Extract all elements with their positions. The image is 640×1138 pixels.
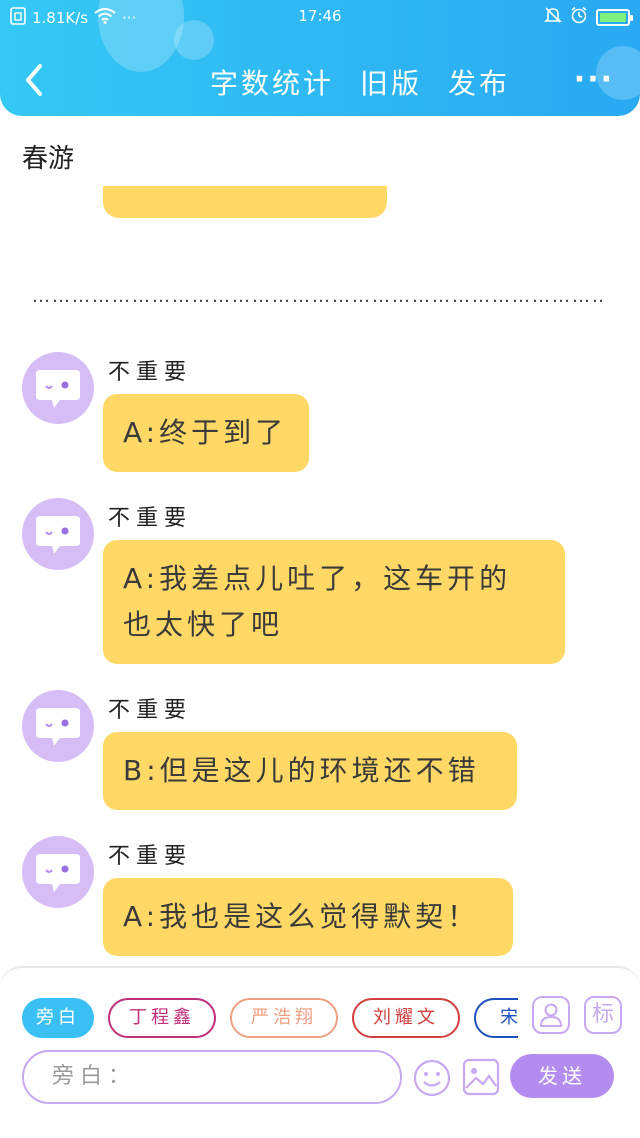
ellipsis-separator: …………………………………………………………………………………… [32,286,602,307]
speaker-name: 不重要 [108,506,193,531]
speaker-name: 不重要 [108,844,193,869]
battery-icon [596,8,633,26]
alarm-icon [570,6,588,28]
message-bubble-partial [103,186,387,218]
back-icon[interactable] [18,60,52,100]
role-chip-narrator[interactable]: 旁白 [22,998,94,1038]
message-input[interactable]: 旁白： [22,1050,402,1104]
send-button[interactable]: 发送 [510,1054,614,1098]
screen: 1.81K/s ··· 17:46 字数统计 旧版 发布 ··· 春游 …………… [0,0,640,1138]
avatar[interactable] [22,690,94,762]
avatar[interactable] [22,498,94,570]
message-line: 也太快了吧 [123,608,284,641]
role-chip[interactable]: 丁程鑫 [108,998,216,1038]
story-title[interactable]: 春游 [22,138,74,175]
image-icon[interactable] [462,1058,500,1096]
header: 1.81K/s ··· 17:46 字数统计 旧版 发布 ··· [0,0,640,116]
chat-bubble-icon [36,370,80,408]
role-chip[interactable]: 刘耀文 [352,998,460,1038]
speaker-name: 不重要 [108,698,193,723]
character-icon[interactable] [532,996,570,1034]
message-bubble[interactable]: A:我差点儿吐了，这车开的 也太快了吧 [103,540,565,664]
more-icon[interactable]: ··· [574,62,614,97]
chat-bubble-icon [36,854,80,892]
label-icon[interactable]: 标 [584,996,622,1034]
role-chip[interactable]: 宋 [474,998,518,1038]
role-chip[interactable]: 严浩翔 [230,998,338,1038]
chat-bubble-icon [36,516,80,554]
status-bar: 1.81K/s ··· 17:46 [0,0,640,34]
message-bubble[interactable]: A:终于到了 [103,394,309,472]
message-bubble[interactable]: A:我也是这么觉得默契！ [103,878,513,956]
chat-bubble-icon [36,708,80,746]
message-line: A:我差点儿吐了，这车开的 [123,562,512,595]
publish-button[interactable]: 发布 [448,62,510,102]
battery-level [600,12,626,22]
message-line: B:但是这儿的环境还不错 [123,754,480,787]
avatar[interactable] [22,352,94,424]
emoji-icon[interactable] [412,1058,452,1098]
speaker-name: 不重要 [108,360,193,385]
word-count-button[interactable]: 字数统计 [210,62,334,102]
message-line: A:终于到了 [123,416,288,449]
role-selector[interactable]: 旁白 丁程鑫 严浩翔 刘耀文 宋 [22,998,518,1042]
message-line: A:我也是这么觉得默契！ [123,900,480,933]
composer-panel: 旁白 丁程鑫 严浩翔 刘耀文 宋 标 旁白： 发送 [0,966,640,1138]
avatar[interactable] [22,836,94,908]
message-bubble[interactable]: B:但是这儿的环境还不错 [103,732,517,810]
old-version-button[interactable]: 旧版 [360,62,422,102]
mute-icon [544,6,562,28]
